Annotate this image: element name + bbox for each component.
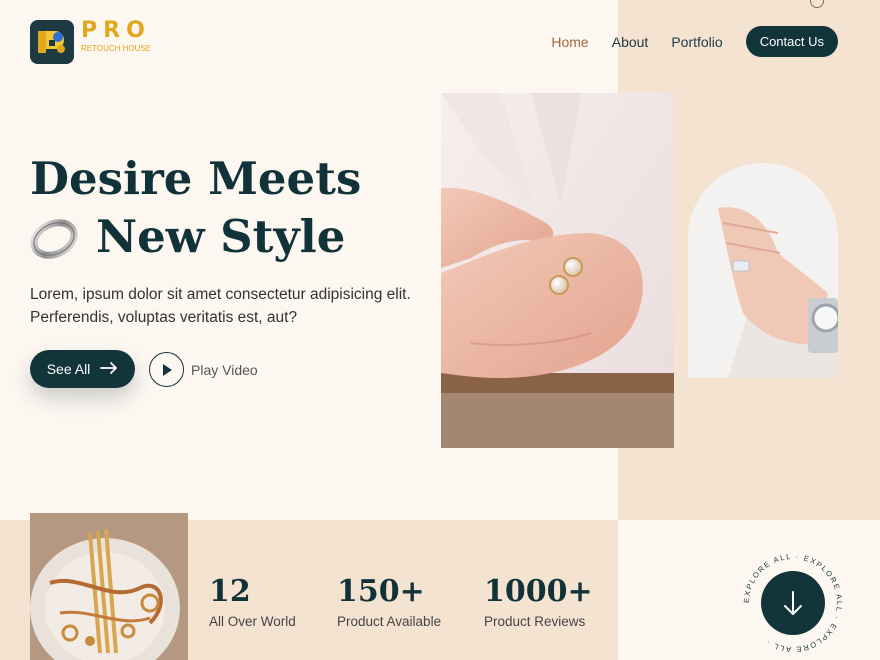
hero-description: Lorem, ipsum dolor sit amet consectetur … — [30, 286, 411, 326]
stat-label: Product Available — [337, 614, 442, 629]
play-icon — [149, 352, 184, 387]
logo-mark-icon — [30, 20, 74, 64]
see-all-button[interactable]: See All — [30, 350, 135, 388]
earrings-photo — [441, 93, 674, 448]
brand-logo[interactable]: PRO RETOUCH HOUSE — [30, 20, 151, 64]
ring-icon — [30, 215, 78, 259]
stat-label: Product Reviews — [484, 614, 586, 629]
logo-text: PRO RETOUCH HOUSE — [81, 20, 151, 53]
hero-title-line1: Desire Meets — [30, 152, 362, 205]
stat-value: 12 — [209, 574, 251, 609]
ring-hand-photo — [688, 163, 838, 378]
stat-countries: 12 All Over World — [209, 572, 296, 629]
hero-title: Desire Meets New Style — [30, 150, 430, 266]
stat-value: 150+ — [337, 574, 425, 609]
see-all-label: See All — [46, 361, 91, 377]
stat-label: All Over World — [209, 614, 296, 629]
explore-all-button[interactable]: EXPLORE ALL · EXPLORE ALL · EXPLORE ALL … — [742, 552, 844, 654]
main-nav: Home About Portfolio Contact Us — [528, 26, 838, 57]
stat-products: 150+ Product Available — [337, 572, 441, 629]
brand-name: PRO — [81, 18, 151, 43]
nav-portfolio[interactable]: Portfolio — [671, 34, 722, 50]
brand-tagline: RETOUCH HOUSE — [81, 44, 152, 53]
stat-value: 1000+ — [484, 574, 593, 609]
arrow-right-icon — [100, 361, 118, 377]
stat-reviews: 1000+ Product Reviews — [484, 572, 593, 629]
play-video-button[interactable]: Play Video — [149, 352, 258, 387]
hero-title-line2: New Style — [96, 210, 346, 263]
nav-about[interactable]: About — [612, 34, 649, 50]
nav-home[interactable]: Home — [551, 34, 588, 50]
contact-us-button[interactable]: Contact Us — [745, 26, 838, 57]
jewelry-plate-photo — [30, 513, 188, 660]
play-video-label: Play Video — [191, 361, 258, 378]
